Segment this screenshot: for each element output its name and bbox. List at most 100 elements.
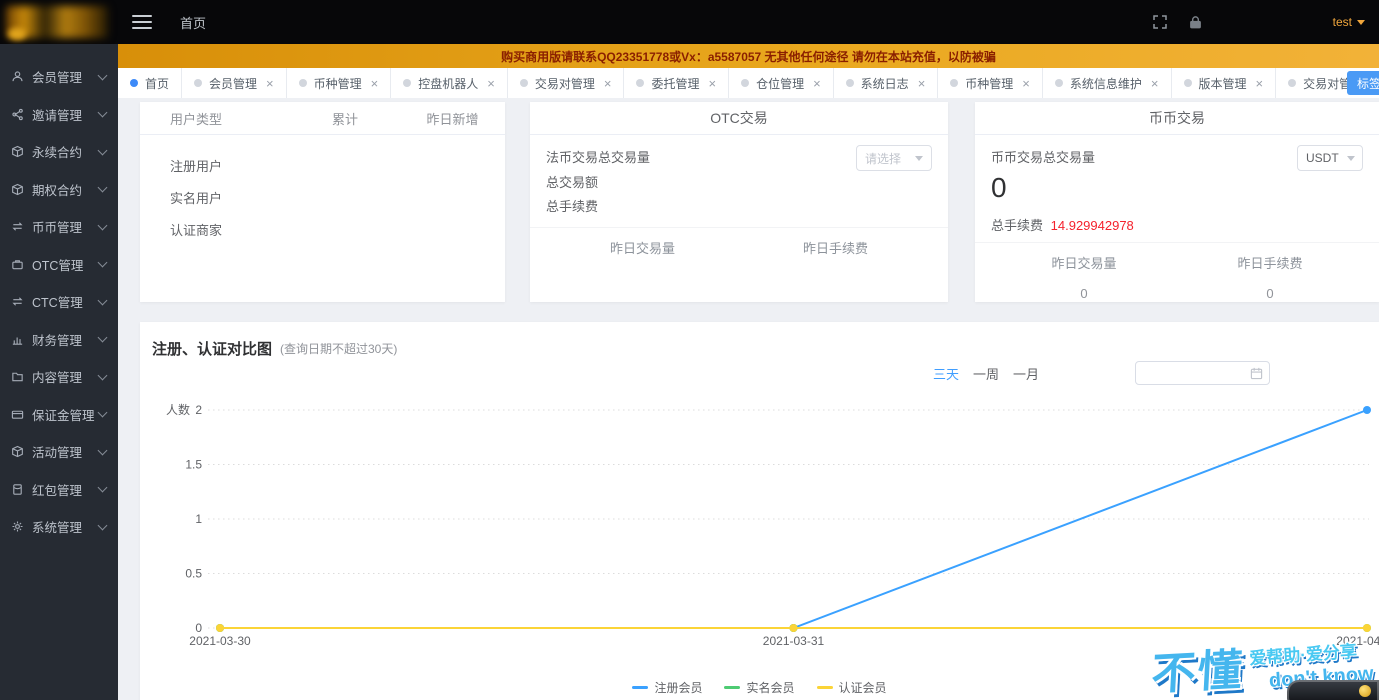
caret-down-icon	[1357, 19, 1365, 25]
tabs-bar: 首页 会员管理 × 币种管理 × 控盘机器人 × 交易对管理 × 委托管理 × 仓位管理 × 系统日志 × 币…	[118, 68, 1379, 98]
close-icon[interactable]: ×	[708, 76, 716, 91]
legend-item-1[interactable]: 实名会员	[724, 679, 795, 696]
user-menu[interactable]: test	[1333, 15, 1365, 29]
tab-4[interactable]: 交易对管理 ×	[507, 68, 625, 98]
tab-status-dot	[1054, 79, 1063, 87]
table-row: 认证商家	[140, 213, 505, 245]
folder-icon	[11, 370, 25, 384]
sidebar-item-7[interactable]: 财务管理	[0, 321, 118, 359]
close-icon[interactable]: ×	[1151, 76, 1159, 91]
line-chart: 0 0.5 1 1.5 2 人数 2021-03-30 2021-03-31 2021-04-0…	[140, 390, 1379, 657]
sidebar-item-label: CTC管理	[32, 296, 83, 311]
chevron-down-icon	[97, 482, 108, 493]
tab-8[interactable]: 币种管理 ×	[938, 68, 1043, 98]
sidebar-item-label: 红包管理	[32, 483, 83, 498]
sidebar-item-12[interactable]: 系统管理	[0, 508, 118, 546]
sidebar-item-11[interactable]: 红包管理	[0, 471, 118, 509]
menu-toggle-icon[interactable]	[132, 11, 152, 33]
tab-2[interactable]: 币种管理 ×	[286, 68, 392, 98]
chevron-down-icon	[97, 145, 108, 156]
range-link-0[interactable]: 三天	[933, 364, 959, 383]
tag-options-button[interactable]: 标签选项	[1347, 71, 1379, 95]
sidebar-menu: 会员管理邀请管理永续合约期权合约币币管理 OTC管理 CTC管理财务管理 内容管理 保证…	[0, 58, 118, 546]
sidebar-item-label: 会员管理	[32, 71, 83, 86]
fullscreen-icon[interactable]	[1151, 13, 1169, 31]
sidebar-item-5[interactable]: OTC管理	[0, 246, 118, 284]
tab-0[interactable]: 首页	[118, 68, 183, 98]
close-icon[interactable]: ×	[371, 76, 379, 91]
sidebar-item-label: 系统管理	[32, 521, 83, 536]
tab-6[interactable]: 仓位管理 ×	[729, 68, 834, 98]
tab-status-dot	[741, 79, 750, 87]
sidebar-item-1[interactable]: 邀请管理	[0, 96, 118, 134]
chart-subtitle: (查询日期不超过30天)	[280, 341, 398, 356]
close-icon[interactable]: ×	[1022, 76, 1030, 91]
app-logo[interactable]	[0, 0, 118, 44]
tab-1[interactable]: 会员管理 ×	[182, 68, 287, 98]
main-content: 用户类型 累计 昨日新增 注册用户 实名用户 认证商家 OTC交易 法币交易总交易量…	[118, 98, 1379, 700]
tab-label: 币种管理	[965, 76, 1014, 91]
topbar-right: test	[1151, 13, 1379, 31]
logo-accent	[8, 28, 26, 40]
sidebar-item-0[interactable]: 会员管理	[0, 58, 118, 96]
sidebar-item-label: 活动管理	[32, 446, 83, 461]
tab-status-dot	[519, 79, 528, 87]
otc-yesterday-fee-label: 昨日手续费	[802, 241, 868, 256]
sidebar-item-4[interactable]: 币币管理	[0, 208, 118, 246]
close-icon[interactable]: ×	[487, 76, 495, 91]
legend-item-0[interactable]: 注册会员	[632, 679, 702, 696]
otc-total-fee-label: 总手续费	[546, 199, 599, 214]
lock-icon[interactable]	[1187, 13, 1205, 31]
sidebar-item-2[interactable]: 永续合约	[0, 133, 118, 171]
coin-yesterday-fee-value: 0	[1266, 286, 1274, 301]
range-link-2[interactable]: 一月	[1013, 364, 1039, 383]
otc-currency-select[interactable]: 请选择	[856, 145, 932, 171]
tab-7[interactable]: 系统日志 ×	[833, 68, 939, 98]
exchange-icon	[11, 220, 25, 234]
topbar-home-link[interactable]: 首页	[180, 13, 206, 32]
tab-status-dot	[636, 79, 645, 87]
tab-10[interactable]: 版本管理 ×	[1171, 68, 1277, 98]
date-range-input[interactable]	[1135, 361, 1270, 385]
chart-legend: 注册会员 实名会员 认证会员	[140, 679, 1379, 696]
range-link-1[interactable]: 一周	[973, 364, 999, 383]
close-icon[interactable]: ×	[604, 76, 612, 91]
chart-canvas: 0 0.5 1 1.5 2 人数 2021-03-30 2021-03-31 2021-04-0…	[166, 402, 1379, 648]
close-icon[interactable]: ×	[813, 76, 821, 91]
sidebar-item-8[interactable]: 内容管理	[0, 358, 118, 396]
sidebar-item-9[interactable]: 保证金管理	[0, 396, 118, 434]
sidebar-item-6[interactable]: CTC管理	[0, 283, 118, 321]
user-table-body: 注册用户 实名用户 认证商家	[140, 149, 505, 245]
sidebar-item-label: 币币管理	[32, 221, 83, 236]
tab-label: 首页	[145, 76, 170, 91]
coin-total-volume-value: 0	[991, 172, 1007, 203]
col-user-type: 用户类型	[170, 111, 223, 127]
user-table-header: 用户类型 累计 昨日新增	[140, 102, 505, 135]
table-row: 实名用户	[140, 181, 505, 213]
sidebar-item-3[interactable]: 期权合约	[0, 171, 118, 209]
gear-icon	[11, 520, 25, 534]
topbar: 首页 test	[0, 0, 1379, 44]
legend-item-2[interactable]: 认证会员	[816, 679, 887, 696]
chevron-down-icon	[97, 70, 108, 81]
sidebar-item-10[interactable]: 活动管理	[0, 433, 118, 471]
chart-panel: 注册、认证对比图 (查询日期不超过30天) 三天 一周 一月 0 0.5 1 1.5 2 人数…	[140, 322, 1379, 700]
coin-total-fee-value: 14.929942978	[1050, 218, 1134, 233]
tab-label: 系统日志	[860, 76, 909, 91]
tab-status-dot	[950, 79, 959, 87]
swap-icon	[11, 295, 25, 309]
username: test	[1332, 15, 1352, 29]
coin-currency-select[interactable]: USDT	[1297, 145, 1363, 171]
close-icon[interactable]: ×	[1256, 76, 1264, 91]
svg-text:2021-04-01: 2021-04-01	[1336, 634, 1379, 648]
close-icon[interactable]: ×	[918, 76, 926, 91]
chevron-down-icon	[97, 182, 108, 193]
tab-3[interactable]: 控盘机器人 ×	[391, 68, 508, 98]
tabs-list: 首页 会员管理 × 币种管理 × 控盘机器人 × 交易对管理 × 委托管理 × 仓位管理 × 系统日志 × 币…	[118, 68, 1379, 98]
tab-5[interactable]: 委托管理 ×	[624, 68, 730, 98]
tab-status-dot	[845, 79, 854, 87]
close-icon[interactable]: ×	[266, 76, 274, 91]
select-value: USDT	[1306, 151, 1339, 165]
sidebar-item-label: 永续合约	[32, 146, 83, 161]
tab-9[interactable]: 系统信息维护 ×	[1042, 68, 1172, 98]
